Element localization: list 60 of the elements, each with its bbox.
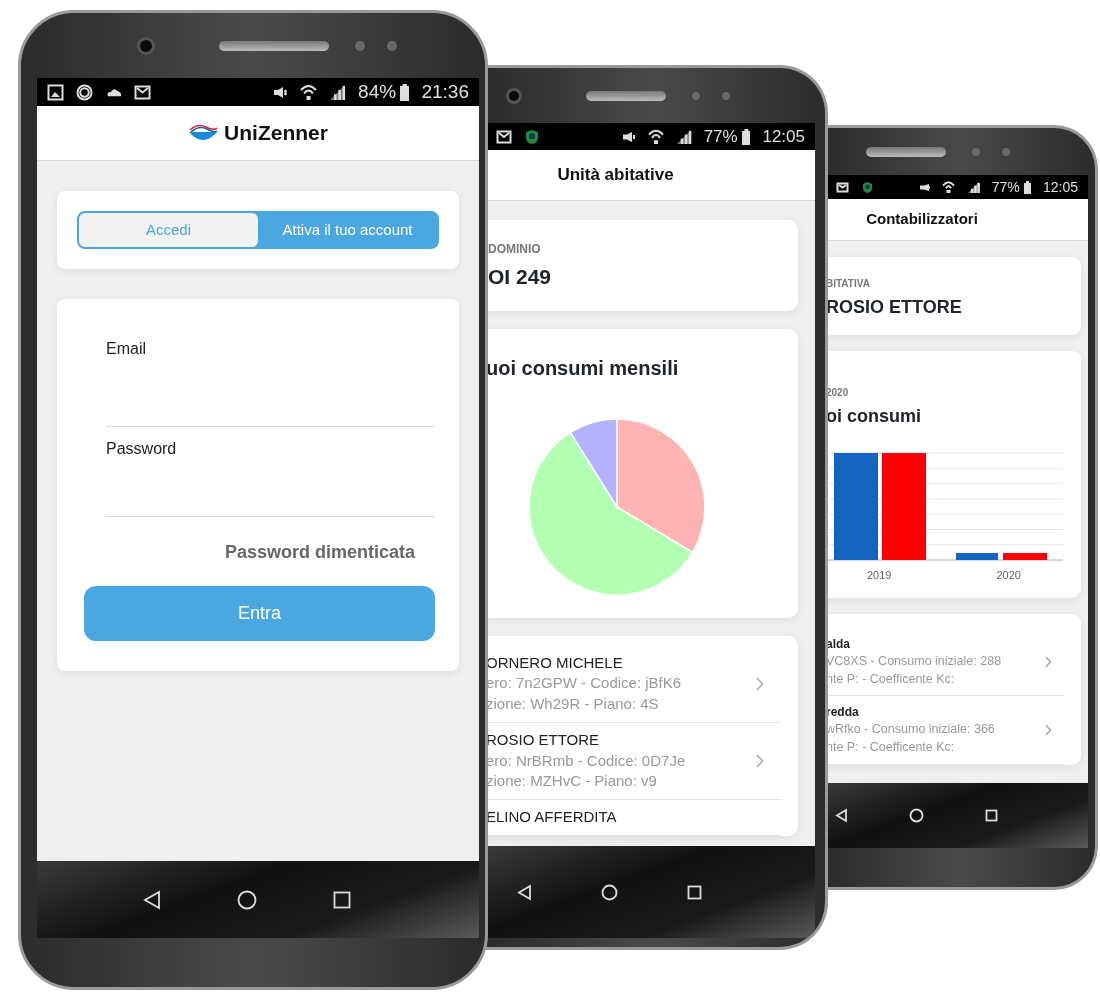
battery-icon: [1023, 180, 1031, 194]
image-icon: [47, 83, 64, 101]
mail-icon: [134, 83, 151, 101]
axis-label: 2020: [996, 568, 1021, 583]
mail-icon: [836, 180, 849, 194]
row-detail: VC8XS - Consumo iniziale: 288: [826, 654, 1003, 670]
home-icon: [237, 889, 257, 910]
chevron-right-icon: [755, 752, 765, 769]
sync-icon: [76, 83, 93, 101]
back-icon: [834, 808, 849, 823]
shield-icon: [861, 180, 874, 194]
chevron-right-icon: [1043, 723, 1052, 738]
battery-level: 84%: [358, 79, 397, 104]
text-field[interactable]: Password: [106, 427, 435, 517]
axis-label: 2019: [867, 568, 892, 583]
home-icon: [601, 883, 618, 901]
row-detail: zione: MZHvC - Piano: v9: [486, 772, 658, 791]
text-field[interactable]: Email: [106, 337, 435, 427]
signal-icon: [329, 83, 347, 101]
wifi-icon: [647, 128, 664, 145]
sensor-dot: [387, 40, 397, 51]
battery-level: 77%: [991, 177, 1020, 197]
sensor-dot: [355, 40, 365, 51]
battery-level: 77%: [703, 125, 738, 148]
forgot-password-link[interactable]: Password dimenticata: [224, 539, 415, 566]
back-icon: [516, 883, 533, 901]
battery-icon: [741, 128, 751, 145]
mail-icon: [496, 128, 512, 145]
wifi-icon: [300, 83, 318, 101]
sensor-dot: [692, 91, 700, 100]
cloud-icon: [105, 86, 122, 98]
clock-time: 12:05: [762, 125, 805, 148]
screen-title: Contabilizzatori: [866, 209, 978, 230]
battery-icon: [400, 83, 410, 101]
card-value: ROSIO ETTORE: [826, 296, 963, 319]
camera-lens: [506, 87, 522, 104]
chevron-right-icon: [1043, 655, 1052, 670]
chart-title: uoi consumi mensili: [486, 355, 680, 381]
back-icon: [142, 889, 162, 910]
camera-lens: [137, 36, 155, 55]
clock-time: 12:05: [1042, 177, 1078, 197]
recents-icon: [686, 883, 703, 901]
home-icon: [909, 808, 924, 823]
clock-time: 21:36: [421, 79, 469, 104]
sensor-dot: [722, 91, 730, 100]
row-title: ORNERO MICHELE: [486, 653, 624, 673]
row-detail: zione: Wh29R - Piano: 4S: [486, 695, 660, 714]
sensor-dot: [1002, 147, 1010, 156]
wifi-icon: [941, 180, 955, 194]
screen-title: Unità abitative: [557, 164, 674, 187]
card-caption: DOMINIO: [488, 241, 542, 258]
shield-icon: [524, 128, 540, 145]
sensor-dot: [972, 147, 980, 156]
recents-icon: [984, 808, 999, 823]
chevron-right-icon: [755, 675, 765, 692]
recents-icon: [332, 889, 352, 910]
signal-icon: [966, 180, 980, 194]
signal-icon: [675, 128, 692, 145]
app-logo-text: UniZenner: [224, 120, 328, 147]
card-value: OI 249: [488, 264, 553, 290]
